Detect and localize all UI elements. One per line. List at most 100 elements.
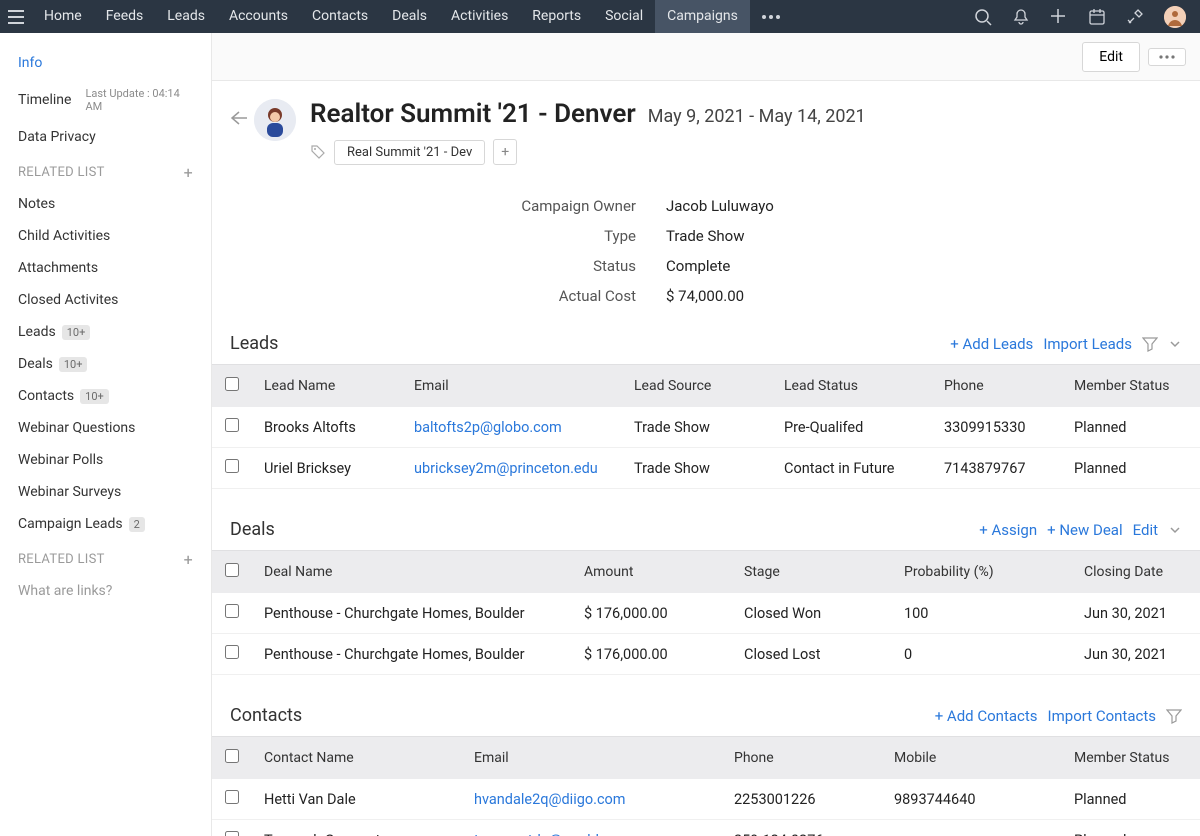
- cell-contact-email[interactable]: tgammetdq@rambler.ru: [474, 832, 627, 836]
- sidebar-item-deals[interactable]: Deals 10+: [0, 348, 211, 380]
- bell-icon[interactable]: [1012, 8, 1030, 26]
- table-row[interactable]: Hetti Van Dalehvandale2q@diigo.com225300…: [212, 779, 1200, 820]
- col-lead-member: Member Status: [1062, 365, 1200, 408]
- tools-icon[interactable]: [1126, 8, 1144, 26]
- sidebar-item-label: Deals: [18, 356, 53, 372]
- table-row[interactable]: Uriel Brickseyubricksey2m@princeton.eduT…: [212, 448, 1200, 489]
- tag-chip[interactable]: Real Summit '21 - Dev: [334, 140, 485, 165]
- nav-campaigns[interactable]: Campaigns: [655, 0, 750, 33]
- assign-deal-link[interactable]: + Assign: [979, 521, 1037, 539]
- calendar-icon[interactable]: [1088, 8, 1106, 26]
- sidebar-item-label: Leads: [18, 324, 56, 340]
- record-avatar: [254, 99, 296, 141]
- nav-activities[interactable]: Activities: [439, 0, 520, 33]
- sidebar-section-related-1: RELATED LIST +: [0, 153, 211, 188]
- sidebar-data-privacy[interactable]: Data Privacy: [0, 121, 211, 153]
- row-checkbox[interactable]: [225, 604, 239, 618]
- sidebar-item-contacts[interactable]: Contacts10+: [0, 380, 211, 412]
- cell-lead-email[interactable]: baltofts2p@globo.com: [414, 419, 562, 436]
- cell-contact-member: Planned: [1062, 779, 1200, 820]
- cell-contact-member: Planned: [1062, 820, 1200, 836]
- back-icon[interactable]: [230, 99, 254, 125]
- nav-leads[interactable]: Leads: [155, 0, 217, 33]
- cell-lead-member: Planned: [1062, 407, 1200, 448]
- nav-feeds[interactable]: Feeds: [94, 0, 156, 33]
- field-label-cost: Actual Cost: [212, 287, 666, 305]
- sidebar-item-webinar-questions[interactable]: Webinar Questions: [0, 412, 211, 444]
- add-contacts-link[interactable]: + Add Contacts: [935, 707, 1038, 725]
- plus-icon[interactable]: [1050, 8, 1068, 26]
- row-checkbox[interactable]: [225, 459, 239, 473]
- cell-deal-stage: Closed Lost: [732, 634, 892, 675]
- nav-social[interactable]: Social: [593, 0, 655, 33]
- cell-deal-date: Jun 30, 2021: [1072, 634, 1200, 675]
- sidebar-info[interactable]: Info: [0, 47, 211, 79]
- new-deal-link[interactable]: + New Deal: [1047, 521, 1122, 539]
- field-label-type: Type: [212, 227, 666, 245]
- user-avatar[interactable]: [1164, 6, 1186, 28]
- cell-deal-stage: Closed Won: [732, 593, 892, 634]
- nav-overflow-icon[interactable]: [750, 15, 792, 19]
- edit-deal-link[interactable]: Edit: [1133, 521, 1158, 539]
- row-checkbox[interactable]: [225, 831, 239, 836]
- filter-icon[interactable]: [1142, 336, 1158, 352]
- col-lead-status: Lead Status: [772, 365, 932, 408]
- sidebar-item-label: Contacts: [18, 388, 74, 404]
- add-leads-link[interactable]: + Add Leads: [950, 335, 1033, 353]
- col-deal-prob: Probability (%): [892, 551, 1072, 594]
- top-nav: HomeFeedsLeadsAccountsContactsDealsActiv…: [32, 0, 750, 33]
- edit-button[interactable]: Edit: [1082, 42, 1140, 72]
- sidebar-timeline[interactable]: Timeline Last Update : 04:14 AM: [0, 79, 211, 121]
- cell-deal-amount: $ 176,000.00: [572, 593, 732, 634]
- row-checkbox[interactable]: [225, 418, 239, 432]
- main: Edit Realtor Summit '21 - Denver May 9, …: [212, 33, 1200, 836]
- filter-icon[interactable]: [1166, 708, 1182, 724]
- import-contacts-link[interactable]: Import Contacts: [1048, 707, 1156, 725]
- nav-home[interactable]: Home: [32, 0, 94, 33]
- table-row[interactable]: Tamqrah Gammettgammetdq@rambler.ru359-12…: [212, 820, 1200, 836]
- cell-deal-name: Penthouse - Churchgate Homes, Boulder: [252, 634, 572, 675]
- leads-select-all[interactable]: [225, 377, 239, 391]
- nav-accounts[interactable]: Accounts: [217, 0, 300, 33]
- section-add-icon[interactable]: +: [184, 163, 193, 182]
- import-leads-link[interactable]: Import Leads: [1043, 335, 1132, 353]
- sidebar-badge: 10+: [59, 357, 88, 372]
- row-checkbox[interactable]: [225, 790, 239, 804]
- chevron-down-icon[interactable]: [1168, 337, 1182, 351]
- cell-deal-date: Jun 30, 2021: [1072, 593, 1200, 634]
- table-row[interactable]: Brooks Altoftsbaltofts2p@globo.comTrade …: [212, 407, 1200, 448]
- col-deal-name: Deal Name: [252, 551, 572, 594]
- table-row[interactable]: Penthouse - Churchgate Homes, Boulder$ 1…: [212, 634, 1200, 675]
- section-add-icon[interactable]: +: [184, 550, 193, 569]
- row-checkbox[interactable]: [225, 645, 239, 659]
- tag-add-button[interactable]: +: [493, 139, 517, 165]
- sidebar-item-notes[interactable]: Notes: [0, 188, 211, 220]
- field-value-type: Trade Show: [666, 227, 744, 245]
- sidebar-item-attachments[interactable]: Attachments: [0, 252, 211, 284]
- sidebar-badge: 10+: [62, 325, 91, 340]
- sidebar-item-campaign-leads[interactable]: Campaign Leads2: [0, 508, 211, 540]
- sidebar-item-child-activities[interactable]: Child Activities: [0, 220, 211, 252]
- sidebar-item-webinar-polls[interactable]: Webinar Polls: [0, 444, 211, 476]
- cell-lead-email[interactable]: ubricksey2m@princeton.edu: [414, 460, 598, 477]
- nav-contacts[interactable]: Contacts: [300, 0, 380, 33]
- contacts-select-all[interactable]: [225, 749, 239, 763]
- cell-contact-email[interactable]: hvandale2q@diigo.com: [474, 791, 626, 808]
- more-actions-button[interactable]: [1148, 48, 1186, 66]
- cell-contact-name: Tamqrah Gammet: [252, 820, 462, 836]
- sidebar-item-label: Webinar Surveys: [18, 484, 121, 500]
- sidebar-what-links[interactable]: What are links?: [0, 575, 211, 607]
- chevron-down-icon[interactable]: [1168, 523, 1182, 537]
- sidebar-badge: 2: [129, 517, 145, 532]
- section-title-contacts: Contacts: [230, 705, 302, 726]
- table-row[interactable]: Penthouse - Churchgate Homes, Boulder$ 1…: [212, 593, 1200, 634]
- sidebar-item-leads[interactable]: Leads 10+: [0, 316, 211, 348]
- sidebar-item-webinar-surveys[interactable]: Webinar Surveys: [0, 476, 211, 508]
- nav-deals[interactable]: Deals: [380, 0, 439, 33]
- hamburger-icon[interactable]: [0, 10, 32, 24]
- sidebar-item-label: Attachments: [18, 260, 98, 276]
- deals-select-all[interactable]: [225, 563, 239, 577]
- search-icon[interactable]: [974, 8, 992, 26]
- nav-reports[interactable]: Reports: [520, 0, 593, 33]
- sidebar-item-closed-activites[interactable]: Closed Activites: [0, 284, 211, 316]
